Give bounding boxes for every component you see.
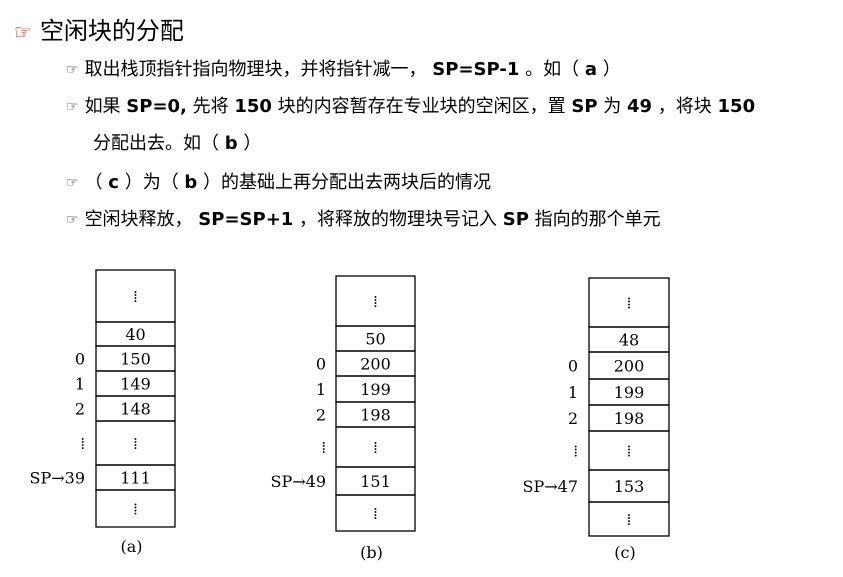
- stack-cell-value: 198: [614, 409, 645, 428]
- stack-cell-value: ⁞: [627, 442, 631, 461]
- stack-pointer-label: SP→47: [523, 477, 579, 496]
- stack-index-label: 0: [75, 350, 85, 369]
- stack-cell-value: 148: [120, 400, 151, 419]
- stack-index-label: 2: [316, 406, 326, 425]
- stack-index-label: ⁞: [322, 438, 326, 457]
- stack-cell-value: 151: [360, 472, 391, 491]
- stack-caption: (c): [614, 543, 635, 562]
- stack-cell-value: 198: [360, 406, 391, 425]
- stack-cell-value: 199: [614, 383, 645, 402]
- stack-index-label: 0: [316, 355, 326, 374]
- stack-index-label: 0: [568, 357, 578, 376]
- stack-cell-value: ⁞: [373, 292, 377, 311]
- stack-cell-value: ⁞: [373, 504, 377, 523]
- stack-index-label: 1: [568, 383, 578, 402]
- stack-cell-value: 199: [360, 380, 391, 399]
- stack-2: ⁞ 48 200 0 199 1 198 2 ⁞ ⁞ 153 SP→47 ⁞ (c): [523, 277, 670, 562]
- stack-index-label: 1: [316, 380, 326, 399]
- stack-1: ⁞ 50 200 0 199 1 198 2 ⁞ ⁞ 151 SP→49 ⁞ (b): [271, 275, 416, 562]
- stack-cell-value: 149: [120, 375, 151, 394]
- stack-cell-value: 200: [360, 355, 391, 374]
- stack-diagrams: ⁞40150014911482⁞⁞111SP→39⁞(a)⁞5020001991…: [30, 269, 670, 562]
- stack-index-label: 2: [568, 409, 578, 428]
- stack-cell-value: 50: [365, 330, 385, 349]
- stack-cell-value: ⁞: [133, 434, 137, 453]
- stack-pointer-label: SP→39: [30, 469, 86, 488]
- stack-caption: (a): [120, 537, 142, 556]
- stack-index-label: 2: [75, 400, 85, 419]
- stack-cell-value: ⁞: [627, 294, 631, 313]
- stack-cell-value: 200: [614, 357, 645, 376]
- stack-cell-value: 48: [619, 331, 639, 350]
- stack-cell-value: ⁞: [133, 500, 137, 519]
- stack-cell-value: ⁞: [133, 287, 137, 306]
- stack-cell-value: ⁞: [373, 438, 377, 457]
- stack-index-label: ⁞: [574, 442, 578, 461]
- stack-cell-value: 153: [614, 477, 645, 496]
- stack-caption: (b): [360, 543, 383, 562]
- stack-cell-value: 111: [120, 469, 151, 488]
- stack-cell-value: 40: [125, 325, 145, 344]
- stack-0: ⁞ 40 150 0 149 1 148 2 ⁞ ⁞ 111 SP→39 ⁞ (a): [30, 269, 176, 556]
- stack-cell-value: 150: [120, 350, 151, 369]
- stack-index-label: 1: [75, 375, 85, 394]
- stack-index-label: ⁞: [81, 434, 85, 453]
- stack-pointer-label: SP→49: [271, 472, 327, 491]
- stack-cell-value: ⁞: [627, 510, 631, 529]
